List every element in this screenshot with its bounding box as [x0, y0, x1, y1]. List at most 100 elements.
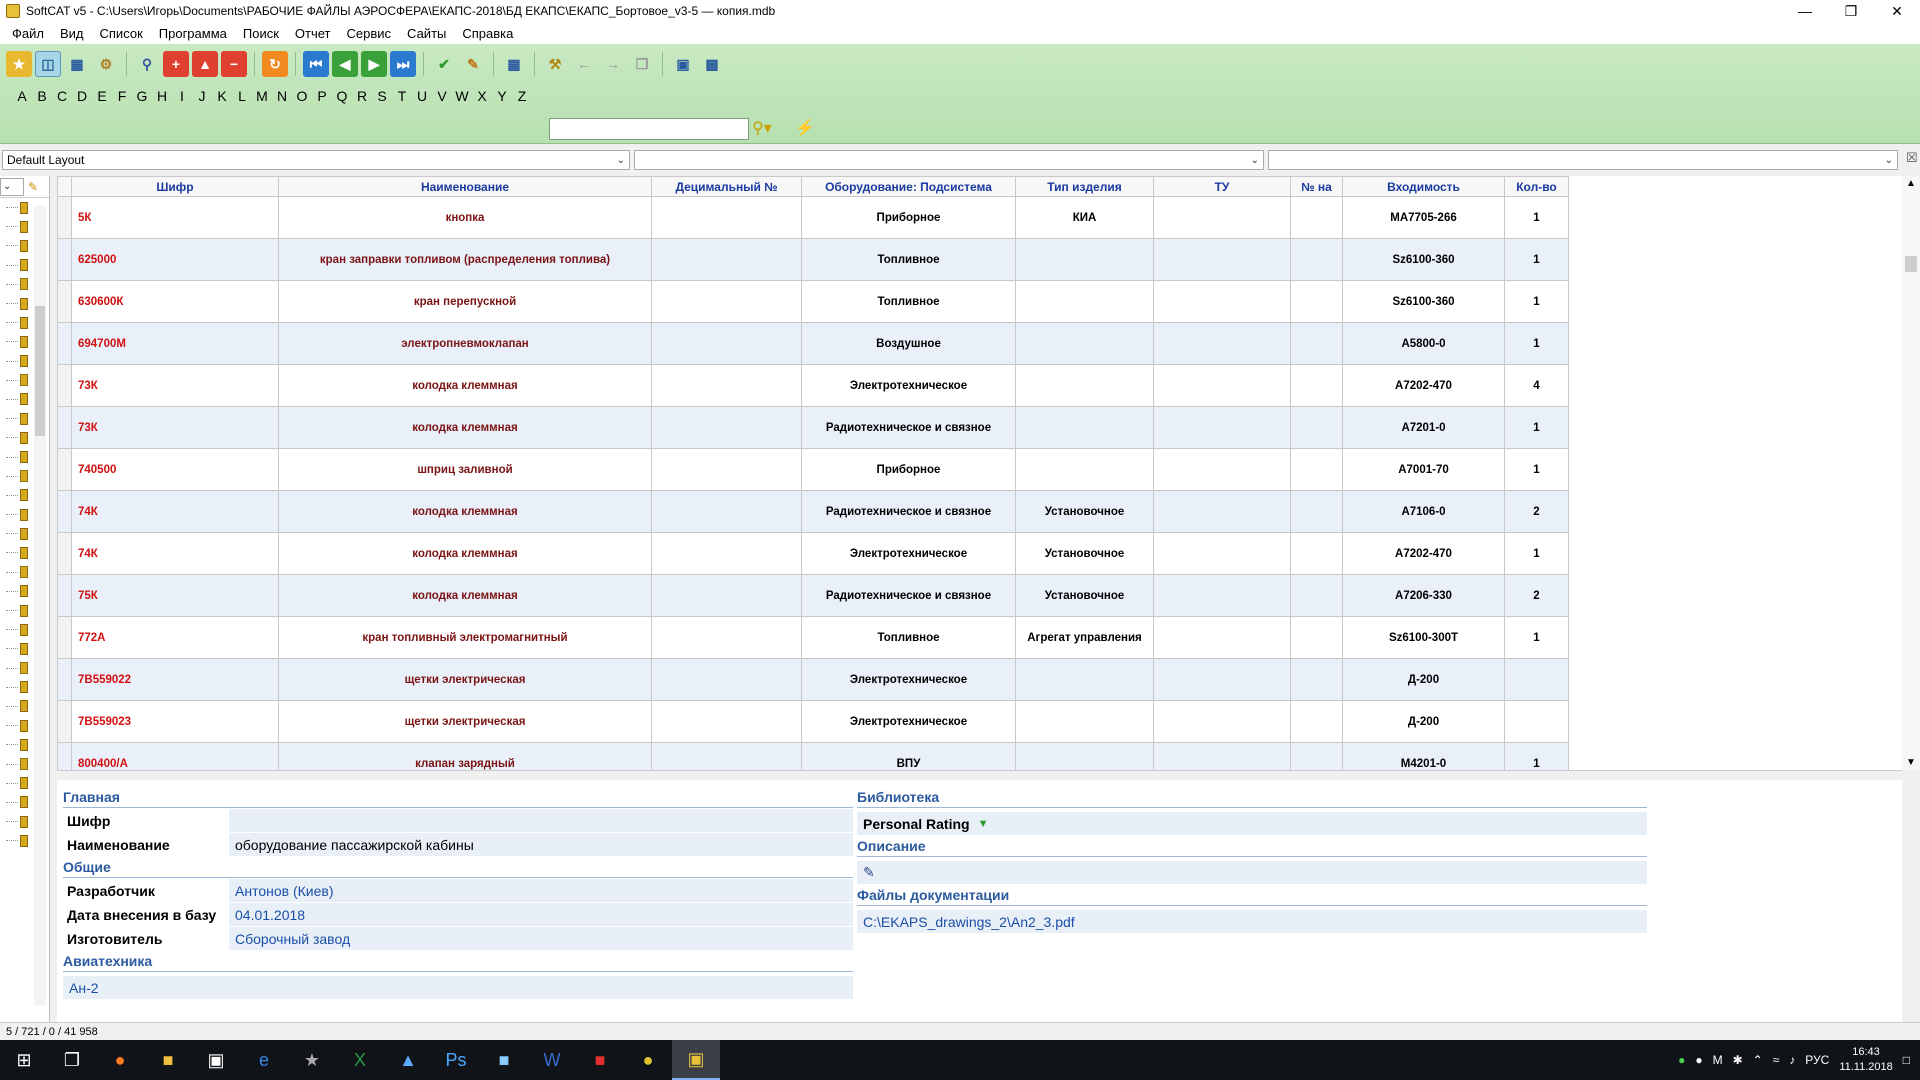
cell-number[interactable] [1290, 406, 1343, 449]
alpha-a[interactable]: A [12, 88, 32, 104]
tree-scrollbar[interactable] [34, 206, 46, 1006]
cell-qty[interactable] [1504, 658, 1569, 701]
cell-entry[interactable]: Sz6100-360 [1342, 280, 1505, 323]
wifi-icon[interactable]: ≈ [1773, 1053, 1780, 1067]
cell-entry[interactable]: Sz6100-360 [1342, 238, 1505, 281]
cell-tu[interactable] [1153, 490, 1291, 533]
cell-type[interactable] [1015, 280, 1154, 323]
cell-subsystem[interactable]: Радиотехническое и связное [801, 574, 1016, 617]
row-indicator[interactable] [57, 322, 72, 365]
alpha-e[interactable]: E [92, 88, 112, 104]
cell-subsystem[interactable]: Электротехническое [801, 658, 1016, 701]
alpha-i[interactable]: I [172, 88, 192, 104]
softcat-taskbar-icon[interactable]: ▣ [672, 1040, 720, 1080]
tray-app-icon[interactable]: ● [1678, 1053, 1685, 1067]
cell-entry[interactable]: Д-200 [1342, 700, 1505, 743]
row-indicator[interactable] [57, 616, 72, 659]
cell-decimal[interactable] [651, 196, 802, 239]
cell-code[interactable]: 5К [71, 196, 279, 239]
filter-select-2[interactable]: ⌄ [634, 150, 1264, 170]
cell-subsystem[interactable]: Топливное [801, 238, 1016, 281]
table-row[interactable]: 630600К кран перепускной Топливное Sz6100-3… [57, 280, 1569, 323]
cell-code[interactable]: 74К [71, 490, 279, 533]
cell-qty[interactable]: 1 [1504, 196, 1569, 239]
cell-subsystem[interactable]: Радиотехническое и связное [801, 406, 1016, 449]
alpha-y[interactable]: Y [492, 88, 512, 104]
maximize-button[interactable]: ❐ [1828, 0, 1874, 22]
cell-name[interactable]: кран заправки топливом (распределения то… [278, 238, 652, 281]
field-docs-value[interactable]: C:\EKAPS_drawings_2\An2_3.pdf [857, 914, 1075, 930]
clock[interactable]: 16:43 11.11.2018 [1839, 1045, 1892, 1075]
cell-subsystem[interactable]: Топливное [801, 616, 1016, 659]
menu-view[interactable]: Вид [52, 26, 92, 41]
back-arrow-icon[interactable]: ← [571, 51, 597, 77]
cell-name[interactable]: колодка клеммная [278, 406, 652, 449]
cell-qty[interactable]: 1 [1504, 532, 1569, 575]
next-record-icon[interactable]: ▶ [361, 51, 387, 77]
cell-number[interactable] [1290, 574, 1343, 617]
alpha-g[interactable]: G [132, 88, 152, 104]
cell-type[interactable] [1015, 448, 1154, 491]
alpha-v[interactable]: V [432, 88, 452, 104]
add-record-icon[interactable]: + [163, 51, 189, 77]
alpha-z[interactable]: Z [512, 88, 532, 104]
cell-number[interactable] [1290, 238, 1343, 281]
cell-tu[interactable] [1153, 238, 1291, 281]
table-row[interactable]: 73К колодка клеммная Радиотехническое и св… [57, 406, 1569, 449]
cell-type[interactable]: КИА [1015, 196, 1154, 239]
field-aviation-value[interactable]: Ан-2 [63, 980, 99, 996]
chevron-down-icon[interactable]: ▼ [978, 818, 989, 830]
column-header-subsystem[interactable]: Оборудование: Подсистема [801, 176, 1016, 197]
row-indicator[interactable] [57, 532, 72, 575]
cell-entry[interactable]: A7001-70 [1342, 448, 1505, 491]
cell-name[interactable]: электропневмоклапан [278, 322, 652, 365]
chrome-icon[interactable]: ● [624, 1040, 672, 1080]
cell-type[interactable] [1015, 238, 1154, 281]
row-indicator[interactable] [57, 448, 72, 491]
row-indicator[interactable] [57, 574, 72, 617]
tree-scroll-thumb[interactable] [35, 306, 45, 436]
alpha-w[interactable]: W [452, 88, 472, 104]
cell-code[interactable]: 630600К [71, 280, 279, 323]
alpha-q[interactable]: Q [332, 88, 352, 104]
edge-icon[interactable]: e [240, 1040, 288, 1080]
cell-entry[interactable]: A7202-470 [1342, 364, 1505, 407]
cell-type[interactable] [1015, 364, 1154, 407]
cell-decimal[interactable] [651, 238, 802, 281]
cell-entry[interactable]: A7206-330 [1342, 574, 1505, 617]
cell-tu[interactable] [1153, 322, 1291, 365]
cell-tu[interactable] [1153, 364, 1291, 407]
app-icon[interactable]: ■ [480, 1040, 528, 1080]
cell-entry[interactable]: MA7705-266 [1342, 196, 1505, 239]
preview-icon[interactable]: ⚲ [134, 51, 160, 77]
alpha-n[interactable]: N [272, 88, 292, 104]
cell-decimal[interactable] [651, 616, 802, 659]
row-indicator[interactable] [57, 364, 72, 407]
cell-entry[interactable]: A7202-470 [1342, 532, 1505, 575]
cell-decimal[interactable] [651, 322, 802, 365]
search-input[interactable] [549, 118, 749, 140]
table-row[interactable]: 740500 шприц заливной Приборное A7001-70 1 [57, 448, 1569, 491]
cell-type[interactable]: Установочное [1015, 574, 1154, 617]
cell-type[interactable] [1015, 406, 1154, 449]
table-row[interactable]: 75К колодка клеммная Радиотехническое и св… [57, 574, 1569, 617]
row-indicator[interactable] [57, 406, 72, 449]
cell-qty[interactable]: 1 [1504, 322, 1569, 365]
keyboard-language[interactable]: РУС [1805, 1053, 1829, 1067]
cell-code[interactable]: 694700М [71, 322, 279, 365]
edit-icon[interactable]: ✎ [857, 864, 875, 881]
last-record-icon[interactable]: ⏭ [390, 51, 416, 77]
chevron-up-icon[interactable]: ⌃ [1753, 1053, 1763, 1067]
cell-tu[interactable] [1153, 448, 1291, 491]
database-icon[interactable]: ◫ [35, 51, 61, 77]
cell-subsystem[interactable]: Приборное [801, 196, 1016, 239]
cell-decimal[interactable] [651, 658, 802, 701]
cell-subsystem[interactable]: Приборное [801, 448, 1016, 491]
alpha-j[interactable]: J [192, 88, 212, 104]
column-header-decimal[interactable]: Децимальный № [651, 176, 802, 197]
window-icon[interactable]: ▣ [670, 51, 696, 77]
tray-app-icon[interactable]: M [1713, 1053, 1723, 1067]
cell-qty[interactable]: 1 [1504, 238, 1569, 281]
cell-subsystem[interactable]: Радиотехническое и связное [801, 490, 1016, 533]
filter-select-3[interactable]: ⌄ [1268, 150, 1898, 170]
